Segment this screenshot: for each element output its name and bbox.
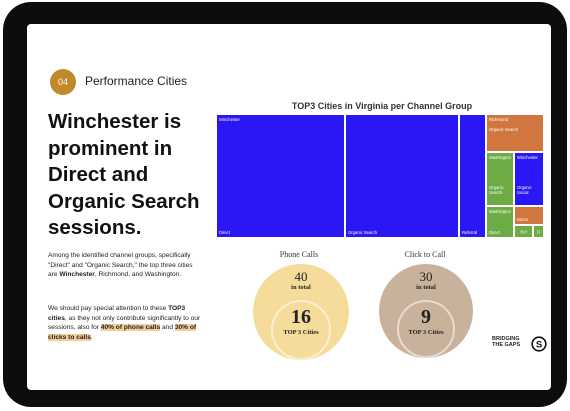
treemap-tile: Winchester Direct — [216, 114, 345, 238]
tile-label: O — [536, 229, 541, 234]
click-to-call-title: Click to Call — [404, 250, 446, 259]
click-to-call-total: 30 — [419, 269, 433, 284]
section-number-badge: 04 — [50, 69, 76, 95]
tile-label: Direct — [489, 230, 500, 235]
paragraph-intro: Among the identified channel groups, spe… — [48, 251, 198, 280]
tile-label: Organic Search — [348, 230, 378, 235]
tile-label: Winchester — [517, 155, 538, 160]
phone-calls-total: 40 — [294, 269, 308, 284]
click-to-call-top-value: 9 — [421, 306, 431, 328]
tile-label: Ref — [520, 229, 527, 234]
treemap-tile: Organic Search — [345, 114, 459, 238]
paragraph-bold: Winchester — [59, 271, 95, 279]
treemap-chart: Winchester Direct Organic Search Referra… — [216, 114, 544, 238]
treemap-tile: Ref — [514, 225, 533, 238]
click-to-call-top-label: TOP 3 Cities — [408, 329, 444, 336]
paragraph-focus: We should pay special attention to these… — [48, 304, 203, 342]
tile-label: Washington — [489, 155, 511, 160]
device-frame: 04 Performance Cities Winchester is prom… — [3, 2, 567, 407]
slide: 04 Performance Cities Winchester is prom… — [27, 24, 551, 390]
tile-label: Richmond — [489, 117, 508, 122]
treemap-tile: Direct — [514, 206, 544, 225]
paragraph-text: We should pay special attention to these — [48, 305, 169, 312]
tile-label: Winchester — [219, 117, 240, 122]
tile-label: Washington — [489, 209, 511, 214]
phone-calls-top-label: TOP 3 Cities — [283, 329, 319, 336]
paragraph-text: and — [160, 324, 175, 332]
treemap-tile: Washington Organic Search — [486, 152, 514, 206]
phone-calls-top-value: 16 — [291, 306, 311, 328]
tile-label: Organic Search — [489, 185, 504, 195]
click-to-call-total-label: in total — [416, 284, 436, 291]
paragraph-text: . — [90, 333, 93, 341]
tile-label: Direct — [517, 217, 528, 222]
highlight-phone-calls: 40% of phone calls — [100, 324, 161, 332]
tile-label: Referral — [462, 230, 477, 235]
treemap-tile: Referral — [459, 114, 486, 238]
phone-calls-title: Phone Calls — [279, 250, 319, 259]
treemap-tile: O — [533, 225, 544, 238]
tile-label: Direct — [219, 230, 230, 235]
treemap-title: TOP3 Cities in Virginia per Channel Grou… — [291, 101, 473, 111]
svg-text:S: S — [536, 339, 542, 350]
treemap-tile: Richmond Organic Search — [486, 114, 544, 152]
bridging-the-gaps-logo: BRIDGING THE GAPS — [492, 336, 521, 348]
section-title: Performance Cities — [85, 74, 188, 88]
treemap-tile: Winchester Organic Social — [514, 152, 544, 206]
headline: Winchester is prominent in Direct and Or… — [48, 110, 200, 239]
tile-label: Organic Social — [517, 185, 532, 195]
paragraph-text: , Richmond, and Washington. — [94, 271, 182, 279]
tile-label: Organic Search — [489, 127, 519, 132]
s-circle-logo-icon: S — [531, 336, 547, 352]
treemap-tile: Washington Direct — [486, 206, 514, 238]
phone-calls-total-label: in total — [291, 284, 311, 291]
